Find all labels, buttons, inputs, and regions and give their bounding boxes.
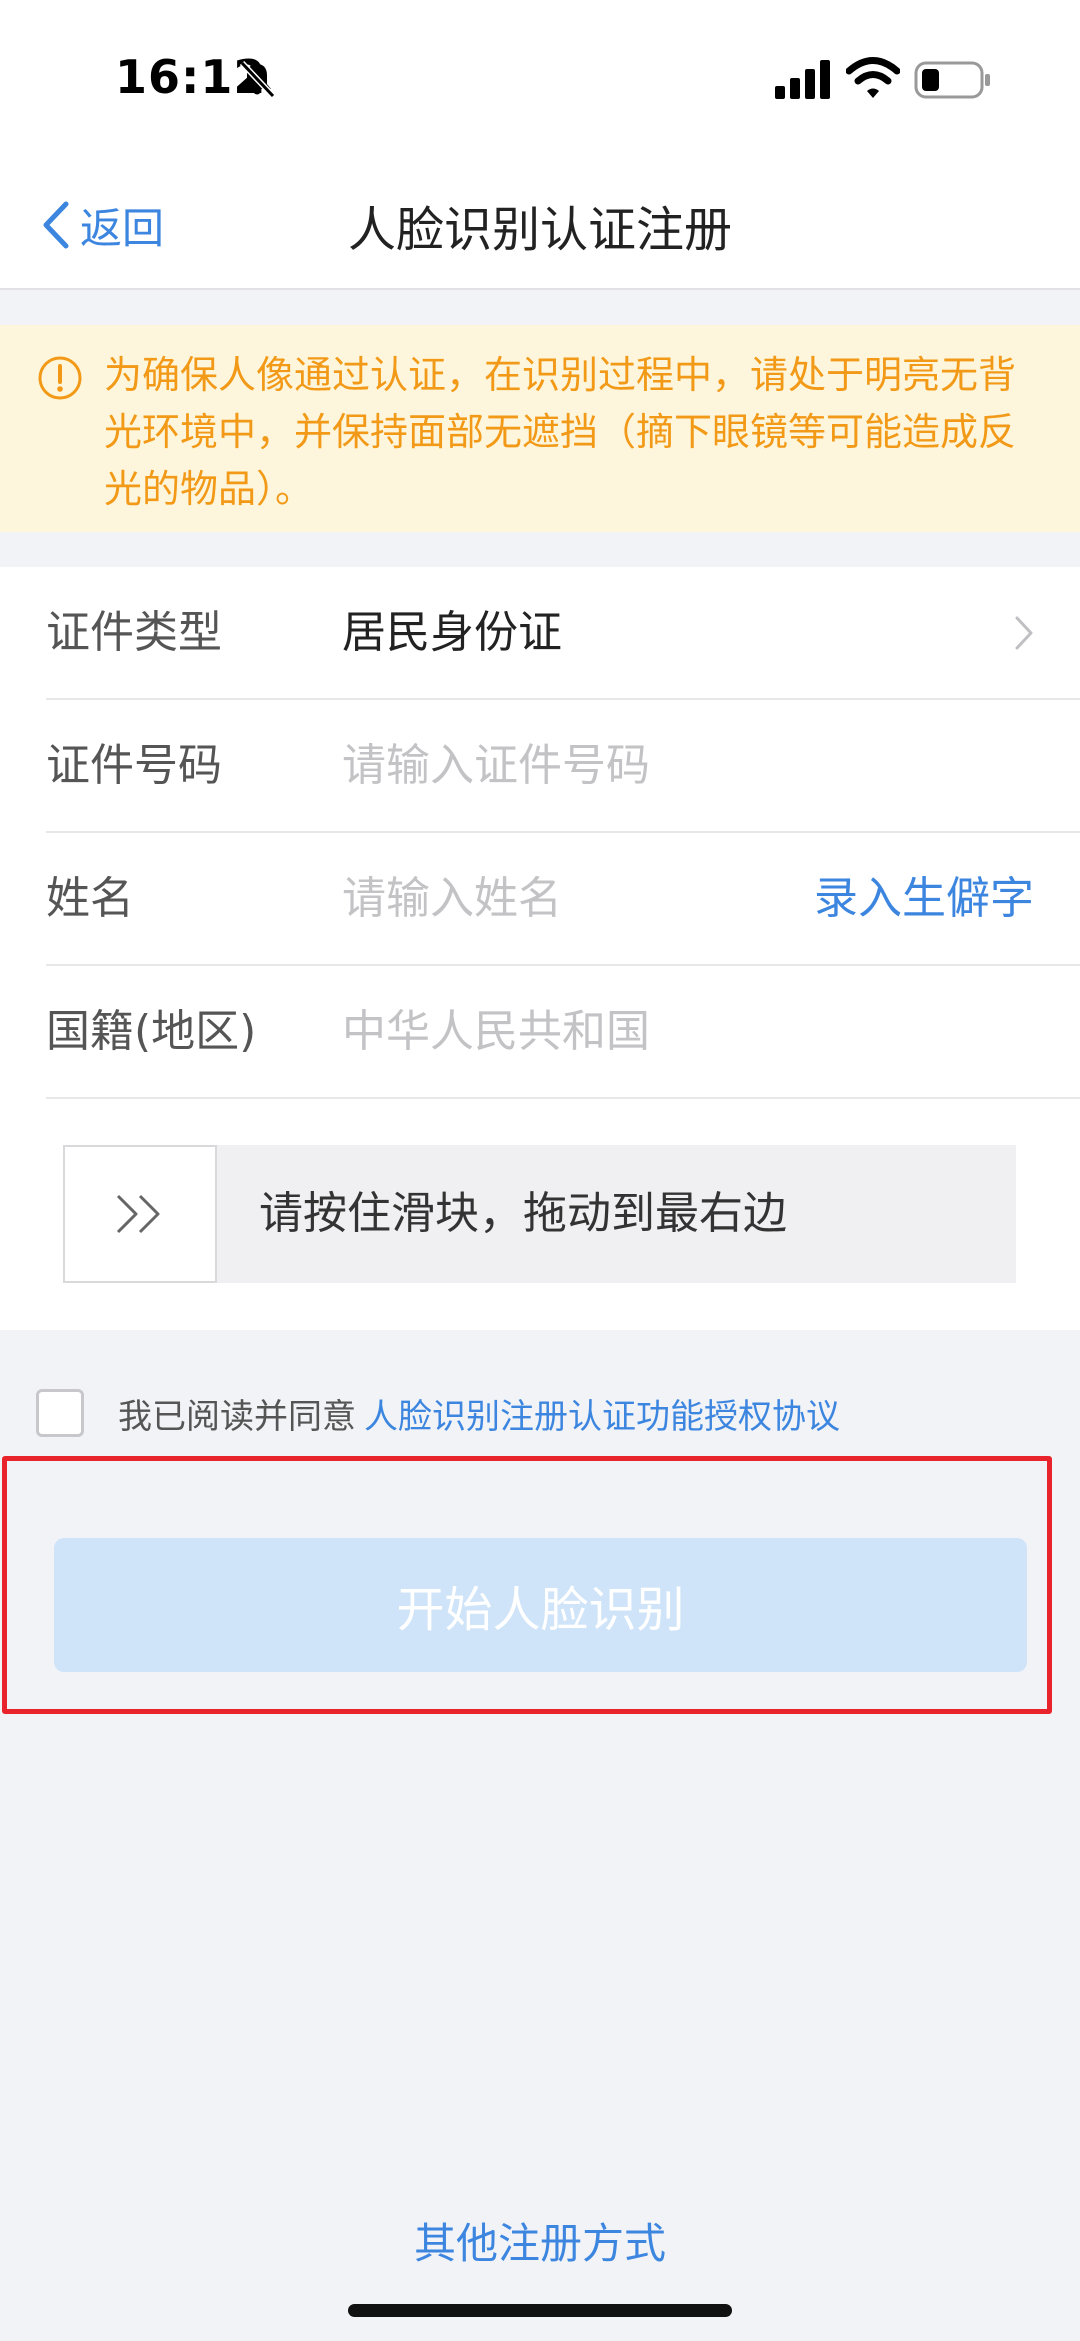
nationality-label: 国籍(地区) [46,1006,257,1057]
id-number-row: 证件号码 请输入证件号码 [46,700,1080,833]
id-type-label: 证件类型 [46,607,222,658]
battery-icon [914,61,990,99]
agreement-row: 我已阅读并同意 人脸识别注册认证功能授权协议 [36,1385,840,1441]
id-number-input[interactable]: 请输入证件号码 [342,700,650,831]
double-chevron-right-icon [116,1194,160,1234]
chevron-right-icon [1015,616,1033,650]
notice-banner: 为确保人像通过认证，在识别过程中，请处于明亮无背光环境中，并保持面部无遮挡（摘下… [0,325,1080,532]
id-type-value: 居民身份证 [342,607,562,658]
nav-bar: 返回 人脸识别认证注册 [0,150,1080,290]
other-registration-link[interactable]: 其他注册方式 [0,2210,1080,2271]
name-label: 姓名 [46,873,134,924]
rare-character-link[interactable]: 录入生僻字 [814,833,1034,964]
page-title: 人脸识别认证注册 [347,202,732,258]
slider-handle[interactable] [63,1145,217,1283]
agreement-checkbox[interactable] [36,1389,84,1437]
id-type-row[interactable]: 证件类型 居民身份证 [46,567,1080,700]
start-face-recognition-button[interactable]: 开始人脸识别 [54,1538,1027,1672]
status-bar: 16:12 [0,0,1080,150]
id-number-label: 证件号码 [46,740,222,791]
slider-hint: 请按住滑块，拖动到最右边 [259,1188,787,1239]
verification-slider: 请按住滑块，拖动到最右边 [63,1145,1016,1283]
agreement-text: 我已阅读并同意 [118,1396,356,1437]
nationality-value: 中华人民共和国 [342,1006,650,1057]
agreement-link[interactable]: 人脸识别注册认证功能授权协议 [364,1389,840,1438]
bell-muted-icon [239,60,276,99]
name-row: 姓名 请输入姓名 录入生僻字 [46,833,1080,966]
form-card: 证件类型 居民身份证 证件号码 请输入证件号码 姓名 请输入姓名 录入生僻字 国… [0,567,1080,1330]
home-indicator [348,2304,732,2317]
notice-text: 为确保人像通过认证，在识别过程中，请处于明亮无背光环境中，并保持面部无遮挡（摘下… [104,353,1017,511]
wifi-icon [846,57,900,98]
nationality-row: 国籍(地区) 中华人民共和国 [46,966,1080,1099]
warning-icon [38,356,82,400]
name-input[interactable]: 请输入姓名 [342,833,562,964]
cellular-signal-icon [775,60,830,99]
